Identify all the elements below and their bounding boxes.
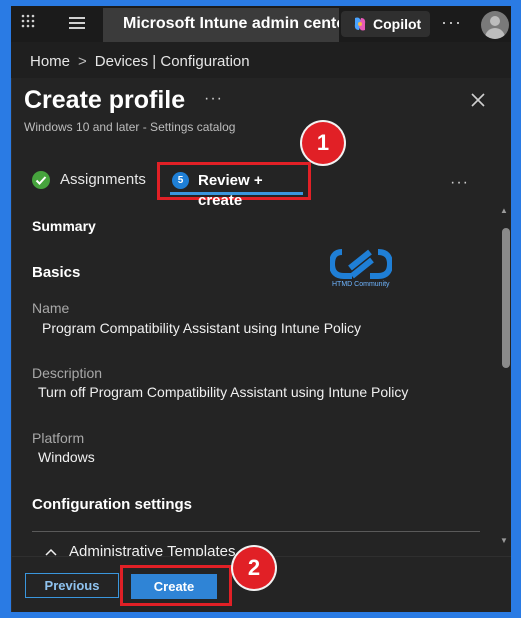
active-tab-indicator bbox=[170, 192, 303, 195]
logo-text: HTMD Community bbox=[332, 281, 390, 288]
menu-icon[interactable] bbox=[69, 17, 85, 32]
tab-review-create[interactable]: 5 Review + create bbox=[157, 162, 311, 209]
breadcrumb-devices[interactable]: Devices | Configuration bbox=[95, 53, 250, 70]
app-title[interactable]: Microsoft Intune admin center bbox=[103, 8, 339, 42]
tab-assignments[interactable]: Assignments bbox=[32, 168, 146, 192]
breadcrumb-separator-icon: > bbox=[78, 53, 87, 70]
scroll-up-arrow-icon[interactable]: ▲ bbox=[500, 206, 508, 215]
step-number-icon: 5 bbox=[172, 172, 189, 189]
tab-assignments-label: Assignments bbox=[60, 171, 146, 188]
annotation-badge-2: 2 bbox=[233, 547, 275, 589]
title-more-icon[interactable]: ··· bbox=[204, 90, 223, 108]
name-label: Name bbox=[32, 300, 70, 316]
previous-button[interactable]: Previous bbox=[25, 573, 119, 598]
top-bar: Microsoft Intune admin center Copilot ··… bbox=[11, 6, 511, 42]
avatar[interactable] bbox=[481, 11, 509, 39]
page-subtitle: Windows 10 and later - Settings catalog bbox=[24, 120, 236, 134]
chevron-up-icon bbox=[45, 548, 57, 556]
tab-review-create-label: Review + create bbox=[198, 172, 263, 209]
tabs-more-icon[interactable]: ··· bbox=[450, 174, 469, 192]
annotation-badge-1: 1 bbox=[302, 122, 344, 164]
create-button-highlight: Create bbox=[120, 565, 232, 606]
scroll-down-arrow-icon[interactable]: ▼ bbox=[500, 536, 508, 545]
name-value: Program Compatibility Assistant using In… bbox=[42, 320, 362, 336]
page-title: Create profile bbox=[24, 86, 186, 114]
divider bbox=[32, 531, 480, 532]
summary-heading: Summary bbox=[32, 218, 96, 234]
check-icon bbox=[32, 171, 50, 189]
platform-value: Windows bbox=[38, 449, 95, 465]
copilot-button[interactable]: Copilot bbox=[341, 11, 430, 37]
app-launcher-icon[interactable] bbox=[21, 14, 35, 28]
description-label: Description bbox=[32, 365, 103, 381]
copilot-label: Copilot bbox=[373, 16, 422, 32]
copilot-icon bbox=[354, 17, 366, 31]
create-profile-panel: Create profile ··· Windows 10 and later … bbox=[11, 78, 511, 612]
scrollbar-thumb[interactable] bbox=[502, 228, 510, 368]
breadcrumb-home[interactable]: Home bbox=[30, 53, 70, 70]
breadcrumb: Home > Devices | Configuration bbox=[30, 53, 256, 70]
settings-more-icon[interactable]: ··· bbox=[441, 12, 462, 33]
description-value: Turn off Program Compatibility Assistant… bbox=[38, 384, 409, 400]
portal-window: Microsoft Intune admin center Copilot ··… bbox=[11, 6, 511, 612]
configuration-settings-heading: Configuration settings bbox=[32, 496, 192, 513]
platform-label: Platform bbox=[32, 430, 85, 446]
create-button[interactable]: Create bbox=[131, 574, 217, 599]
footer: Previous Create 2 bbox=[12, 547, 511, 612]
close-icon[interactable] bbox=[470, 92, 486, 108]
basics-heading: Basics bbox=[32, 264, 81, 281]
